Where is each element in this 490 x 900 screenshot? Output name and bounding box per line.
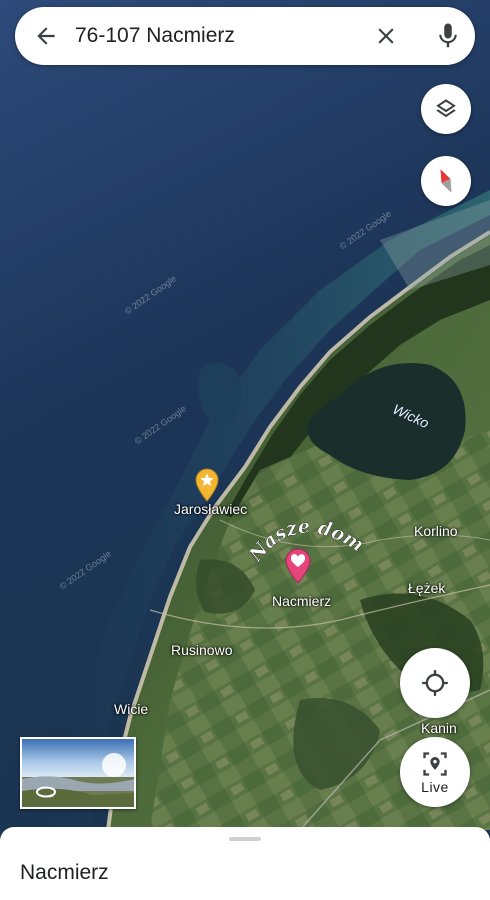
live-view-button[interactable]: Live bbox=[400, 737, 470, 807]
starred-place-pin-icon[interactable] bbox=[194, 468, 220, 502]
place-bottom-sheet[interactable]: Nacmierz bbox=[0, 827, 490, 900]
drag-handle[interactable] bbox=[229, 837, 261, 841]
search-bar[interactable]: 76-107 Nacmierz bbox=[15, 7, 475, 65]
360-rotate-icon bbox=[36, 786, 56, 798]
place-label-nacmierz[interactable]: Nacmierz bbox=[272, 593, 331, 609]
microphone-icon[interactable] bbox=[433, 21, 463, 51]
place-label-kanin[interactable]: Kanin bbox=[421, 720, 457, 736]
close-icon[interactable] bbox=[373, 23, 399, 49]
place-label-lezek[interactable]: Łężek bbox=[408, 580, 445, 596]
layers-button[interactable] bbox=[421, 84, 471, 134]
crosshair-location-icon bbox=[422, 670, 448, 696]
compass-button[interactable] bbox=[421, 156, 471, 206]
search-query-text[interactable]: 76-107 Nacmierz bbox=[75, 24, 235, 48]
live-view-label: Live bbox=[421, 778, 449, 795]
saved-place-heart-pin-icon[interactable] bbox=[284, 548, 312, 584]
street-view-thumbnail[interactable] bbox=[20, 737, 136, 809]
my-location-button[interactable] bbox=[400, 648, 470, 718]
compass-icon bbox=[440, 169, 452, 193]
place-label-wicie[interactable]: Wicie bbox=[114, 701, 148, 717]
place-label-jaroslawiec[interactable]: Jarosławiec bbox=[174, 501, 247, 517]
live-view-icon bbox=[423, 751, 447, 776]
place-label-rusinowo[interactable]: Rusinowo bbox=[171, 642, 232, 658]
back-arrow-icon[interactable] bbox=[33, 23, 59, 49]
place-label-korlino[interactable]: Korlino bbox=[414, 523, 458, 539]
layers-icon bbox=[436, 99, 456, 118]
place-title: Nacmierz bbox=[20, 861, 109, 884]
